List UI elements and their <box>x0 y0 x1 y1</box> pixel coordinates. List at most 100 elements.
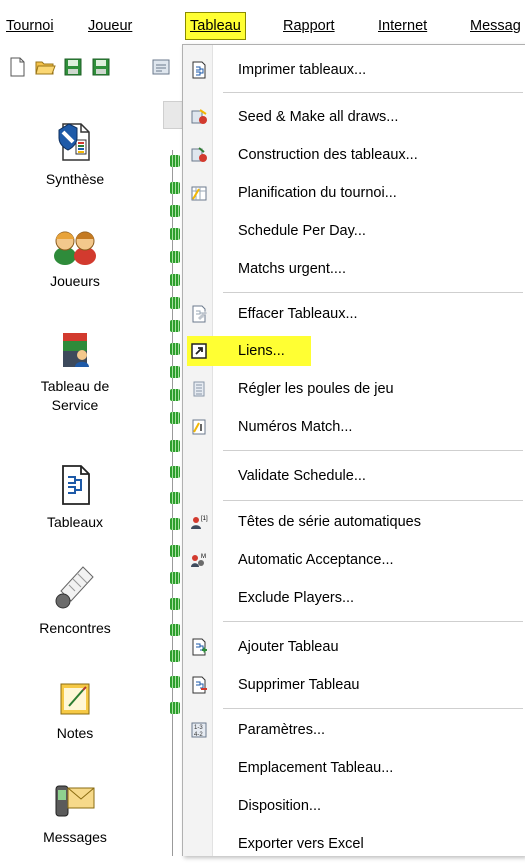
tree-node-icon <box>170 412 180 424</box>
auto-seeding-icon: [1] <box>191 516 208 529</box>
tree-node-icon <box>170 518 180 530</box>
menu-item-exclude-players[interactable]: Exclude Players... <box>183 579 525 617</box>
tree-node-icon <box>170 155 180 167</box>
players-icon <box>54 231 96 265</box>
sidebar-item-notes[interactable]: Notes <box>0 678 150 743</box>
clear-draws-icon <box>192 305 208 323</box>
menu-item-numeros-match[interactable]: Numéros Match... <box>183 408 525 446</box>
tree-node-icon <box>170 492 180 504</box>
sidebar-item-label: Notes <box>56 725 94 741</box>
tree-node-icon <box>170 676 180 688</box>
tree-node-icon <box>170 320 180 332</box>
menu-tournoi[interactable]: Tournoi <box>6 13 54 39</box>
messages-icon <box>55 785 95 817</box>
tree-node-icon <box>170 251 180 263</box>
sidebar-item-joueurs[interactable]: Joueurs <box>0 226 150 291</box>
tree-node-icon <box>170 466 180 478</box>
parameters-icon: 1-34-2 <box>191 722 207 738</box>
sidebar-item-label: Rencontres <box>39 620 111 636</box>
sidebar-item-tableaux[interactable]: Tableaux <box>0 463 150 532</box>
service-desk-icon <box>63 333 89 367</box>
sidebar-item-rencontres[interactable]: Rencontres <box>0 563 150 638</box>
link-icon <box>191 343 207 359</box>
tree-node-icon <box>170 389 180 401</box>
build-draws-icon <box>191 147 207 162</box>
menu-item-imprimer-tableaux[interactable]: Imprimer tableaux... <box>183 51 525 89</box>
menu-item-tetes-de-serie[interactable]: [1] Têtes de série automatiques <box>183 503 525 541</box>
seed-draws-icon <box>191 109 207 124</box>
notes-icon <box>60 683 90 715</box>
menu-item-supprimer-tableau[interactable]: Supprimer Tableau <box>183 666 525 704</box>
tree-node-icon <box>170 343 180 355</box>
draws-icon <box>62 465 90 505</box>
menu-item-matchs-urgent[interactable]: Matchs urgent.... <box>183 250 525 288</box>
delete-draw-icon <box>192 676 207 694</box>
menu-separator <box>223 708 523 709</box>
menu-item-planification-tournoi[interactable]: Planification du tournoi... <box>183 174 525 212</box>
properties-icon[interactable] <box>150 56 172 78</box>
menu-item-disposition[interactable]: Disposition... <box>183 787 525 825</box>
open-folder-icon[interactable] <box>34 56 56 78</box>
summary-icon <box>58 123 90 161</box>
tree-node-icon <box>170 366 180 378</box>
tree-node-icon <box>170 440 180 452</box>
tree-node-icon <box>170 572 180 584</box>
menu-item-regler-poules[interactable]: Régler les poules de jeu <box>183 370 525 408</box>
sidebar-item-label: Messages <box>43 829 107 845</box>
menu-item-liens[interactable]: Liens... <box>183 332 525 370</box>
menu-separator <box>223 450 523 451</box>
menu-item-ajouter-tableau[interactable]: Ajouter Tableau <box>183 628 525 666</box>
tree-node-icon <box>170 297 180 309</box>
menu-item-parametres[interactable]: 1-3 4-2 Paramètres... <box>183 711 525 749</box>
tree-node-icon <box>170 205 180 217</box>
sidebar-item-label: Tableau de Service <box>40 378 110 413</box>
tree-node-icon <box>170 624 180 636</box>
sidebar-item-label: Tableaux <box>46 514 104 530</box>
shuttlecock-icon <box>55 566 94 609</box>
print-draws-icon <box>192 61 206 79</box>
svg-text:M: M <box>201 554 206 560</box>
sidebar-item-tableau-de-service[interactable]: Tableau de Service <box>0 329 150 415</box>
match-numbers-icon <box>192 419 206 435</box>
tree-node-icon <box>170 545 180 557</box>
tree-node-icon <box>170 274 180 286</box>
menu-item-schedule-per-day[interactable]: Schedule Per Day... <box>183 212 525 250</box>
menu-item-automatic-acceptance[interactable]: M Automatic Acceptance... <box>183 541 525 579</box>
pools-icon <box>193 381 205 397</box>
menu-bar: Tournoi Joueur Tableau Rapport Internet … <box>0 0 525 44</box>
menu-item-validate-schedule[interactable]: Validate Schedule... <box>183 457 525 495</box>
auto-acceptance-icon: M <box>191 554 206 567</box>
menu-item-effacer-tableaux[interactable]: Effacer Tableaux... <box>183 295 525 333</box>
tree-node-icon <box>170 182 180 194</box>
menu-messages[interactable]: Messag <box>470 13 521 39</box>
menu-separator <box>223 621 523 622</box>
menu-item-emplacement-tableau[interactable]: Emplacement Tableau... <box>183 749 525 787</box>
tree-node-icon <box>170 228 180 240</box>
sidebar-item-label: Synthèse <box>45 171 105 187</box>
sidebar-item-label: Joueurs <box>50 273 100 289</box>
menu-separator <box>223 92 523 93</box>
save-icon[interactable] <box>62 56 84 78</box>
add-draw-icon <box>192 638 207 656</box>
save-as-icon[interactable] <box>90 56 112 78</box>
toolbar <box>0 50 200 84</box>
menu-joueur[interactable]: Joueur <box>88 13 132 39</box>
tableau-dropdown-menu: Imprimer tableaux... Seed & Make all dra… <box>182 44 525 856</box>
menu-item-exporter-excel[interactable]: Exporter vers Excel <box>183 825 525 863</box>
sidebar-item-synthese[interactable]: Synthèse <box>0 120 150 189</box>
tree-node-icon <box>170 598 180 610</box>
sidebar-item-messages[interactable]: Messages <box>0 778 150 847</box>
menu-rapport[interactable]: Rapport <box>283 13 335 39</box>
menu-separator <box>223 292 523 293</box>
sidebar: Synthèse Joueurs Tableau de Service Tabl… <box>0 98 150 856</box>
new-file-icon[interactable] <box>6 56 28 78</box>
svg-text:[1]: [1] <box>201 516 208 522</box>
menu-separator <box>223 500 523 501</box>
svg-text:1-3: 1-3 <box>194 725 203 731</box>
menu-internet[interactable]: Internet <box>378 13 427 39</box>
menu-tableau[interactable]: Tableau <box>185 12 246 40</box>
schedule-icon <box>191 186 207 201</box>
menu-item-construction-tableaux[interactable]: Construction des tableaux... <box>183 136 525 174</box>
tree-node-icon <box>170 702 180 714</box>
menu-item-seed-make-all-draws[interactable]: Seed & Make all draws... <box>183 98 525 136</box>
